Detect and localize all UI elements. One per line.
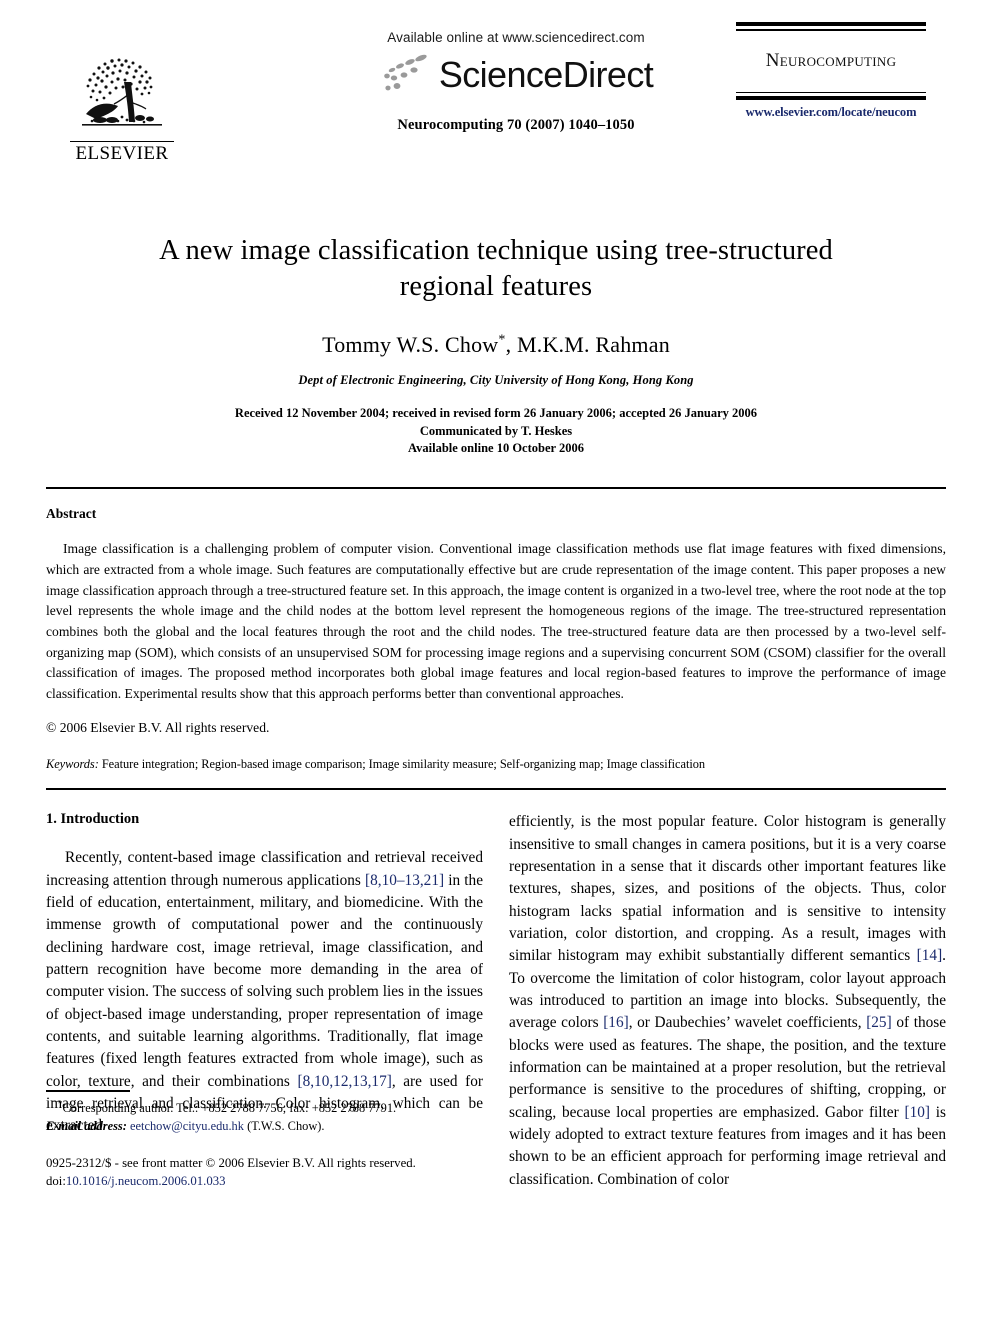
doi-label: doi: (46, 1174, 66, 1189)
journal-reference: Neurocomputing 70 (2007) 1040–1050 (397, 117, 635, 133)
corresponding-author-text: Corresponding author. Tel.: +852 2788 77… (62, 1100, 397, 1115)
column-left: 1. Introduction Recently, content-based … (46, 811, 483, 1191)
sciencedirect-block: Available online at www.sciencedirect.co… (301, 30, 731, 134)
email-label: E-mail address: (46, 1118, 127, 1133)
citation-link[interactable]: [10] (904, 1104, 930, 1121)
abstract-section: Abstract Image classification is a chall… (46, 506, 946, 772)
corresponding-author-note: *Corresponding author. Tel.: +852 2788 7… (46, 1098, 483, 1135)
author-secondary: , M.K.M. Rahman (505, 331, 670, 357)
doi-line: doi:10.1016/j.neucom.2006.01.033 (46, 1173, 483, 1191)
citation-link[interactable]: [25] (866, 1014, 892, 1031)
keywords-line: Keywords: Feature integration; Region-ba… (46, 757, 946, 772)
history-received: Received 12 November 2004; received in r… (234, 405, 758, 420)
citation-link[interactable]: [8,10,12,13,17] (297, 1073, 391, 1090)
footnote-divider (46, 1090, 130, 1092)
abstract-heading: Abstract (46, 506, 97, 522)
issn-line: 0925-2312/$ - see front matter © 2006 El… (46, 1156, 416, 1171)
column-right: efficiently, is the most popular feature… (509, 811, 946, 1191)
elsevier-tree-icon (82, 58, 162, 126)
abstract-bottom-divider (46, 787, 946, 791)
sciencedirect-wordmark: ScienceDirect (438, 54, 654, 95)
masthead: ELSEVIER Available online at www.science… (46, 0, 946, 175)
citation-link[interactable]: [16] (603, 1014, 629, 1031)
citation-link[interactable]: [14] (917, 947, 943, 964)
affiliation: Dept of Electronic Engineering, City Uni… (298, 372, 694, 387)
brand-rule-bottom (736, 91, 926, 101)
email-owner: (T.W.S. Chow). (247, 1118, 325, 1133)
publication-history: Received 12 November 2004; received in r… (46, 405, 946, 458)
section-heading-introduction: 1. Introduction (46, 811, 140, 828)
body-columns: 1. Introduction Recently, content-based … (46, 811, 946, 1191)
history-online: Available online 10 October 2006 (408, 441, 584, 456)
title-block: A new image classification technique usi… (46, 233, 946, 458)
sciencedirect-swoosh-icon (384, 54, 427, 91)
brand-rule-top (736, 22, 926, 31)
journal-brand-name: Neurocomputing (765, 49, 897, 71)
footnote-zone: *Corresponding author. Tel.: +852 2788 7… (46, 1090, 483, 1190)
abstract-top-divider (46, 487, 946, 490)
doi-link[interactable]: 10.1016/j.neucom.2006.01.033 (66, 1174, 226, 1188)
email-link[interactable]: eetchow@cityu.edu.hk (130, 1119, 244, 1133)
history-communicated: Communicated by T. Heskes (419, 423, 573, 438)
abstract-body: Image classification is a challenging pr… (46, 541, 946, 702)
sciencedirect-logo: ScienceDirect (301, 49, 731, 101)
abstract-copyright: © 2006 Elsevier B.V. All rights reserved… (46, 720, 270, 736)
journal-brand-block: Neurocomputing www.elsevier.com/locate/n… (736, 22, 926, 120)
journal-url-link[interactable]: www.elsevier.com/locate/neucom (736, 105, 926, 120)
intro-paragraph-right: efficiently, is the most popular feature… (509, 813, 946, 1188)
citation-link[interactable]: [8,10–13,21] (365, 872, 444, 889)
keywords-label: Keywords: (46, 756, 99, 771)
page-title: A new image classification technique usi… (159, 235, 833, 302)
paper-page: ELSEVIER Available online at www.science… (0, 0, 992, 1323)
corresponding-author-marker: * (498, 332, 506, 348)
elsevier-wordmark: ELSEVIER (70, 141, 174, 163)
author-primary: Tommy W.S. Chow (322, 331, 499, 357)
author-list: Tommy W.S. Chow*, M.K.M. Rahman (46, 332, 946, 358)
elsevier-logo: ELSEVIER (66, 54, 178, 163)
keywords-values: Feature integration; Region-based image … (101, 756, 706, 771)
issn-footer: 0925-2312/$ - see front matter © 2006 El… (46, 1155, 483, 1191)
available-online-text: Available online at www.sciencedirect.co… (387, 30, 645, 45)
